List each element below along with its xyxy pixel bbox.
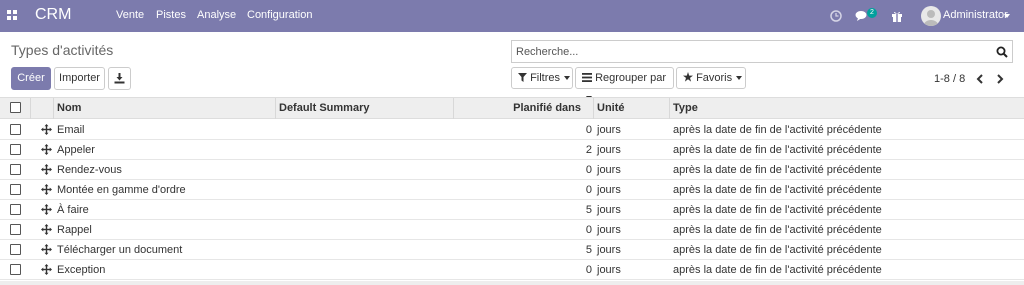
cell-planned: 0 xyxy=(585,124,592,136)
cell-unit: jours xyxy=(597,264,621,276)
filter-icon xyxy=(518,73,527,82)
chevron-down-icon xyxy=(1004,14,1010,18)
cell-type: après la date de fin de l'activité précé… xyxy=(673,144,882,156)
cell-name: Rappel xyxy=(57,224,92,236)
pager-previous-icon[interactable] xyxy=(975,73,985,85)
page-title: Types d'activités xyxy=(11,42,114,58)
row-checkbox[interactable] xyxy=(10,204,21,215)
row-checkbox[interactable] xyxy=(10,164,21,175)
cell-planned: 0 xyxy=(585,184,592,196)
gift-icon[interactable] xyxy=(890,9,904,23)
cell-type: après la date de fin de l'activité précé… xyxy=(673,184,882,196)
user-menu[interactable]: Administrator xyxy=(943,9,1008,21)
drag-handle-icon[interactable] xyxy=(41,244,52,255)
drag-handle-icon[interactable] xyxy=(41,204,52,215)
favorites-dropdown[interactable]: Favoris xyxy=(676,67,746,89)
table-row[interactable]: Montée en gamme d'ordre 0 jours après la… xyxy=(0,180,1024,200)
column-header-planned[interactable]: Planifié dans xyxy=(457,102,581,114)
drag-handle-icon[interactable] xyxy=(41,184,52,195)
star-icon xyxy=(683,72,693,82)
cell-unit: jours xyxy=(597,164,621,176)
group-by-dropdown[interactable]: Regrouper par xyxy=(575,67,674,101)
cell-planned: 0 xyxy=(585,224,592,236)
cell-name: Exception xyxy=(57,264,106,276)
search-icon[interactable] xyxy=(996,46,1008,58)
download-button[interactable] xyxy=(108,67,131,90)
import-button[interactable]: Importer xyxy=(54,67,105,90)
cell-unit: jours xyxy=(597,244,621,256)
message-count-badge: 2 xyxy=(867,8,877,18)
table-row[interactable]: Rappel 0 jours après la date de fin de l… xyxy=(0,220,1024,240)
cell-unit: jours xyxy=(597,124,621,136)
create-button[interactable]: Créer xyxy=(11,67,51,90)
menu-pistes[interactable]: Pistes xyxy=(156,9,186,21)
cell-planned: 0 xyxy=(585,264,592,276)
cell-planned: 2 xyxy=(585,144,592,156)
column-header-summary[interactable]: Default Summary xyxy=(279,102,369,114)
cell-type: après la date de fin de l'activité précé… xyxy=(673,224,882,236)
drag-handle-icon[interactable] xyxy=(41,264,52,275)
row-checkbox[interactable] xyxy=(10,244,21,255)
select-all-checkbox[interactable] xyxy=(10,102,21,113)
cell-name: Appeler xyxy=(57,144,95,156)
filters-dropdown[interactable]: Filtres xyxy=(511,67,573,89)
table-row[interactable]: Exception 0 jours après la date de fin d… xyxy=(0,260,1024,280)
table-row[interactable]: Appeler 2 jours après la date de fin de … xyxy=(0,140,1024,160)
table-header: Nom Default Summary Planifié dans Unité … xyxy=(0,97,1024,119)
column-header-type[interactable]: Type xyxy=(673,102,698,114)
cell-planned: 5 xyxy=(585,244,592,256)
filters-label: Filtres xyxy=(530,72,561,84)
clock-icon[interactable] xyxy=(829,9,843,23)
row-checkbox[interactable] xyxy=(10,224,21,235)
cell-planned: 0 xyxy=(585,164,592,176)
cell-type: après la date de fin de l'activité précé… xyxy=(673,124,882,136)
download-icon xyxy=(114,73,125,84)
drag-handle-icon[interactable] xyxy=(41,124,52,135)
drag-handle-icon[interactable] xyxy=(41,144,52,155)
table-row[interactable]: Télécharger un document 5 jours après la… xyxy=(0,240,1024,260)
cell-name: À faire xyxy=(57,204,89,216)
menu-analyse[interactable]: Analyse xyxy=(197,9,236,21)
top-navbar: CRM Vente Pistes Analyse Configuration 2… xyxy=(0,0,1024,32)
cell-name: Rendez-vous xyxy=(57,164,122,176)
row-checkbox[interactable] xyxy=(10,264,21,275)
column-header-name[interactable]: Nom xyxy=(57,102,81,114)
cell-name: Montée en gamme d'ordre xyxy=(57,184,186,196)
cell-unit: jours xyxy=(597,224,621,236)
cell-unit: jours xyxy=(597,204,621,216)
column-header-unit[interactable]: Unité xyxy=(597,102,625,114)
favorites-label: Favoris xyxy=(696,72,733,84)
user-avatar[interactable] xyxy=(921,6,941,26)
cell-name: Télécharger un document xyxy=(57,244,183,256)
cell-type: après la date de fin de l'activité précé… xyxy=(673,204,882,216)
row-checkbox[interactable] xyxy=(10,144,21,155)
table-footer xyxy=(0,281,1024,285)
table-row[interactable]: Email 0 jours après la date de fin de l'… xyxy=(0,120,1024,140)
pager-next-icon[interactable] xyxy=(995,73,1005,85)
cell-unit: jours xyxy=(597,144,621,156)
cell-type: après la date de fin de l'activité précé… xyxy=(673,164,882,176)
cell-type: après la date de fin de l'activité précé… xyxy=(673,264,882,276)
drag-handle-icon[interactable] xyxy=(41,164,52,175)
table-row[interactable]: Rendez-vous 0 jours après la date de fin… xyxy=(0,160,1024,180)
menu-configuration[interactable]: Configuration xyxy=(247,9,312,21)
apps-grid-icon[interactable] xyxy=(7,10,17,20)
app-brand[interactable]: CRM xyxy=(35,6,71,24)
menu-vente[interactable]: Vente xyxy=(116,9,144,21)
search-box xyxy=(511,40,1013,63)
row-checkbox[interactable] xyxy=(10,184,21,195)
search-input[interactable] xyxy=(516,44,986,59)
row-checkbox[interactable] xyxy=(10,124,21,135)
cell-planned: 5 xyxy=(585,204,592,216)
group-by-label: Regrouper par xyxy=(595,72,666,84)
pager-value[interactable]: 1-8 / 8 xyxy=(934,73,965,85)
cell-name: Email xyxy=(57,124,85,136)
drag-handle-icon[interactable] xyxy=(41,224,52,235)
table-row[interactable]: À faire 5 jours après la date de fin de … xyxy=(0,200,1024,220)
list-icon xyxy=(582,73,592,82)
cell-type: après la date de fin de l'activité précé… xyxy=(673,244,882,256)
cell-unit: jours xyxy=(597,184,621,196)
